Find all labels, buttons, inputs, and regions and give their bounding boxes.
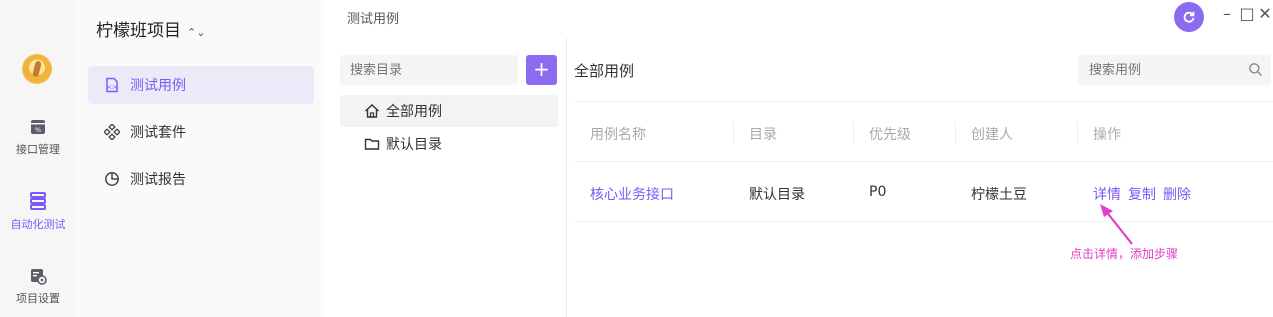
- automation-test-icon: [30, 192, 46, 210]
- column-header: 操作: [1093, 127, 1121, 143]
- rail-item-label: 项目设置: [16, 292, 60, 305]
- test-suite-icon: [104, 124, 120, 140]
- rail-item-api-management[interactable]: % 接口管理: [0, 118, 76, 157]
- case-directory: 默认目录: [749, 187, 805, 203]
- user-avatar[interactable]: [22, 54, 52, 84]
- sync-button[interactable]: [1174, 2, 1204, 32]
- directory-item-default[interactable]: 默认目录: [340, 128, 558, 160]
- nav-item-label: 测试用例: [130, 78, 186, 94]
- nav-item-test-report[interactable]: 测试报告: [88, 160, 314, 198]
- delete-link[interactable]: 删除: [1163, 184, 1191, 204]
- maximize-icon[interactable]: □: [1238, 4, 1256, 23]
- sync-icon: [1183, 11, 1195, 23]
- svg-text:<>: <>: [107, 84, 117, 91]
- column-separator: [853, 122, 854, 144]
- column-header: 用例名称: [590, 127, 646, 143]
- case-list-title: 全部用例: [574, 62, 635, 80]
- directory-label: 全部用例: [386, 104, 442, 120]
- case-search-box: [1078, 55, 1271, 85]
- divider: [574, 161, 1273, 162]
- panel-divider: [566, 38, 567, 317]
- column-separator: [955, 122, 956, 144]
- test-report-icon: [104, 171, 120, 187]
- nav-item-test-suite[interactable]: 测试套件: [88, 113, 314, 151]
- project-selector[interactable]: 柠檬班项目 ⌃⌄: [96, 16, 205, 41]
- home-icon: [364, 103, 380, 119]
- case-name-link[interactable]: 核心业务接口: [590, 184, 674, 204]
- column-header: 目录: [749, 127, 777, 143]
- breadcrumb: 测试用例: [347, 12, 400, 27]
- case-priority: P0: [869, 184, 887, 200]
- left-rail: % 接口管理 自动化测试 项目设置: [0, 0, 76, 317]
- test-case-icon: <>: [104, 77, 120, 93]
- rail-item-label: 接口管理: [16, 143, 60, 156]
- column-header: 创建人: [971, 127, 1013, 143]
- folder-icon: [364, 136, 380, 152]
- directory-item-all[interactable]: 全部用例: [340, 95, 558, 127]
- detail-link[interactable]: 详情: [1093, 184, 1121, 204]
- case-creator: 柠檬土豆: [971, 187, 1027, 203]
- column-header: 优先级: [869, 127, 911, 143]
- divider: [574, 221, 1273, 222]
- nav-item-label: 测试报告: [130, 172, 186, 188]
- nav-item-test-case[interactable]: <> 测试用例: [88, 66, 314, 104]
- rail-item-project-settings[interactable]: 项目设置: [0, 267, 76, 306]
- rail-item-automation-test[interactable]: 自动化测试: [0, 191, 76, 232]
- rail-item-label: 自动化测试: [10, 218, 66, 231]
- project-settings-icon: [31, 269, 47, 285]
- close-icon[interactable]: ✕: [1256, 4, 1273, 23]
- divider: [574, 101, 1273, 102]
- svg-text:%: %: [35, 126, 41, 134]
- directory-search-input[interactable]: [340, 55, 518, 85]
- column-separator: [733, 122, 734, 144]
- nav-item-label: 测试套件: [130, 125, 186, 141]
- api-management-icon: %: [31, 120, 45, 134]
- add-directory-button[interactable]: +: [526, 55, 557, 85]
- column-separator: [1077, 122, 1078, 144]
- project-sidebar: 柠檬班项目 ⌃⌄ <> 测试用例 测试套件 测试报告: [76, 0, 324, 317]
- copy-link[interactable]: 复制: [1128, 184, 1156, 204]
- annotation-text: 点击详情，添加步骤: [1070, 247, 1179, 261]
- directory-label: 默认目录: [386, 137, 442, 153]
- project-name: 柠檬班项目: [96, 21, 181, 41]
- case-search-input[interactable]: [1078, 55, 1228, 85]
- search-icon[interactable]: [1248, 62, 1263, 81]
- annotation-arrow-icon: [1100, 204, 1133, 245]
- minimize-icon[interactable]: –: [1218, 4, 1236, 23]
- chevron-updown-icon: ⌃⌄: [187, 26, 206, 39]
